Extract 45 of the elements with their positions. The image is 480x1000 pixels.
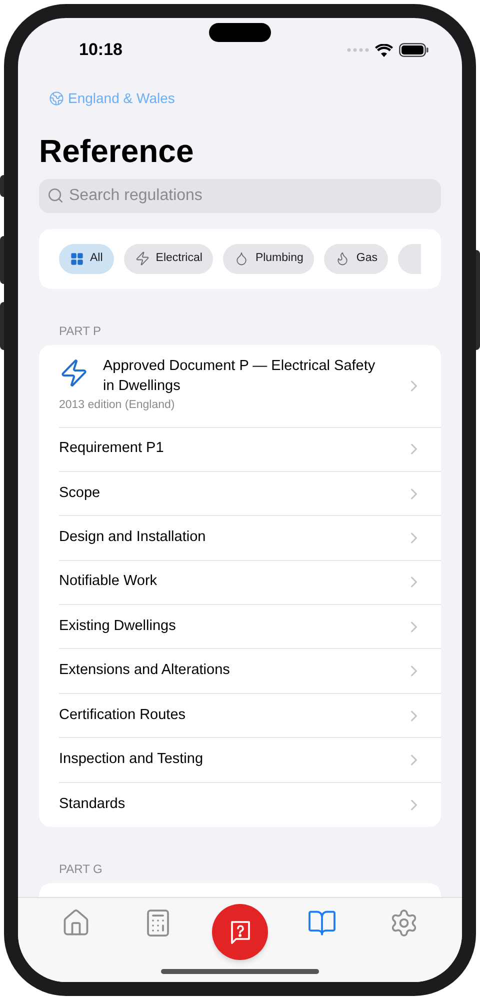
row-label: Extensions and Alterations [59, 661, 231, 680]
filter-chip[interactable]: All [59, 244, 114, 274]
globe-icon [49, 90, 64, 106]
dynamic-island [209, 23, 271, 42]
filter-chip[interactable]: Electrical [124, 244, 214, 274]
page-title: Reference [39, 132, 195, 170]
section-heading: PART P [59, 322, 102, 338]
list-row[interactable]: Standards [39, 782, 441, 828]
row-label: Scope [59, 484, 102, 503]
section-heading: PART G [59, 861, 104, 878]
row-label: Existing Dwellings [59, 616, 177, 636]
list-row[interactable]: Extensions and Alterations [39, 649, 441, 694]
filter-chip[interactable]: Plumbing [223, 244, 314, 274]
settings-icon[interactable] [389, 908, 419, 938]
row-label: Inspection and Testing [59, 750, 204, 770]
list-row[interactable]: Scope [39, 472, 441, 516]
filter-chip[interactable]: Gas [324, 244, 388, 274]
lightning-icon [59, 358, 89, 388]
row-label: Design and Installation [59, 528, 207, 548]
row-label: Certification Routes [59, 706, 187, 725]
lightning-icon [134, 251, 150, 266]
home-icon[interactable] [61, 908, 91, 938]
document-title: Approved Document P — Electrical Safety in Dwellings [103, 357, 376, 396]
wifi-icon [375, 44, 393, 56]
search-field[interactable]: Search regulations [39, 178, 441, 212]
status-time: 10:18 [79, 39, 122, 62]
list-row[interactable]: Notifiable Work [39, 560, 441, 606]
list-row[interactable]: Existing Dwellings [39, 605, 441, 650]
book-icon[interactable] [307, 908, 337, 938]
search-icon [47, 187, 64, 204]
grid-icon [70, 252, 84, 266]
row-label: Notifiable Work [59, 572, 158, 592]
document-subtitle: 2013 edition (England) [59, 398, 176, 414]
list-row[interactable]: Inspection and Testing [39, 738, 441, 783]
list-row[interactable]: Design and Installation [39, 516, 441, 561]
flame-icon [335, 251, 350, 266]
document-row[interactable]: Approved Document P — Electrical Safety in Dwellings 2013 edition (England) [39, 344, 441, 428]
row-label: Standards [59, 794, 126, 814]
droplet-icon [234, 251, 250, 266]
list-row[interactable]: Certification Routes [39, 694, 441, 738]
ask-button[interactable] [212, 904, 268, 960]
battery-icon [399, 43, 429, 57]
signal-icon [347, 48, 369, 52]
list-row[interactable]: Requirement P1 [39, 428, 441, 472]
row-label: Requirement P1 [59, 439, 165, 458]
